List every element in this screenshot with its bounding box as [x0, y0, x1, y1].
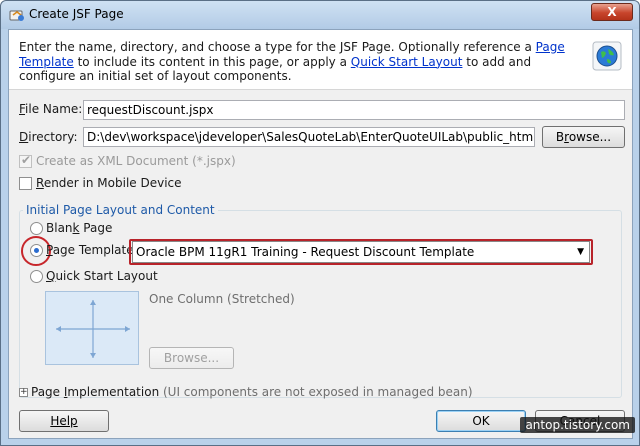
title-bar[interactable]: Create JSF Page X	[1, 1, 639, 29]
close-button[interactable]: X	[591, 3, 633, 21]
layout-preview-thumbnail	[45, 291, 139, 365]
file-name-label: File Name:	[19, 102, 83, 116]
quick-start-label: Quick Start Layout	[46, 269, 158, 283]
close-icon: X	[607, 5, 617, 19]
checkmark-icon: ✔	[21, 153, 32, 167]
watermark-text: antop.tistory.com	[520, 417, 635, 433]
layout-name-text: One Column (Stretched)	[149, 292, 295, 306]
page-template-selected-value: Oracle BPM 11gR1 Training - Request Disc…	[136, 245, 475, 259]
xml-document-label: Create as XML Document (*.jspx)	[36, 154, 236, 168]
page-implementation-label[interactable]: Page Implementation (UI components are n…	[31, 385, 473, 399]
expand-plus-icon[interactable]: +	[19, 388, 28, 397]
jdeveloper-app-icon	[9, 10, 24, 21]
dropdown-arrow-icon: ▼	[577, 247, 584, 257]
initial-layout-group-title: Initial Page Layout and Content	[23, 203, 218, 217]
xml-document-checkbox: ✔	[19, 153, 32, 168]
page-template-select[interactable]: Oracle BPM 11gR1 Training - Request Disc…	[132, 241, 590, 263]
render-mobile-checkbox[interactable]	[19, 177, 32, 190]
render-mobile-label: Render in Mobile Device	[36, 176, 182, 190]
quick-start-radio[interactable]	[30, 270, 43, 283]
quick-layout-browse-button[interactable]: Browse...	[149, 347, 234, 369]
help-button[interactable]: Help	[19, 410, 109, 432]
dialog-body: Enter the name, directory, and choose a …	[8, 29, 633, 439]
page-template-radio[interactable]	[30, 244, 43, 257]
help-globe-icon[interactable]	[592, 41, 622, 71]
description-panel: Enter the name, directory, and choose a …	[9, 30, 632, 90]
directory-input[interactable]: D:\dev\workspace\jdeveloper\SalesQuoteLa…	[83, 127, 535, 147]
description-part: Enter the name, directory, and choose a …	[19, 40, 536, 54]
blank-page-radio[interactable]	[30, 222, 43, 235]
ok-button[interactable]: OK	[436, 410, 526, 432]
description-part: to include its content in this page, or …	[73, 54, 351, 69]
window-title: Create JSF Page	[29, 7, 124, 21]
browse-button[interactable]: Browse...	[542, 126, 625, 148]
blank-page-label: Blank Page	[46, 221, 113, 235]
layout-preview-icon	[56, 300, 130, 358]
file-name-input[interactable]: requestDiscount.jspx	[83, 100, 625, 120]
quick-start-layout-link[interactable]: Quick Start Layout	[351, 55, 463, 69]
directory-label: Directory:	[19, 130, 78, 144]
radio-selected-dot	[34, 248, 39, 253]
description-text: Enter the name, directory, and choose a …	[19, 40, 579, 84]
page-template-label: Page Template	[46, 243, 134, 257]
create-jsf-page-dialog: Create JSF Page X Enter the name, direct…	[0, 0, 640, 446]
